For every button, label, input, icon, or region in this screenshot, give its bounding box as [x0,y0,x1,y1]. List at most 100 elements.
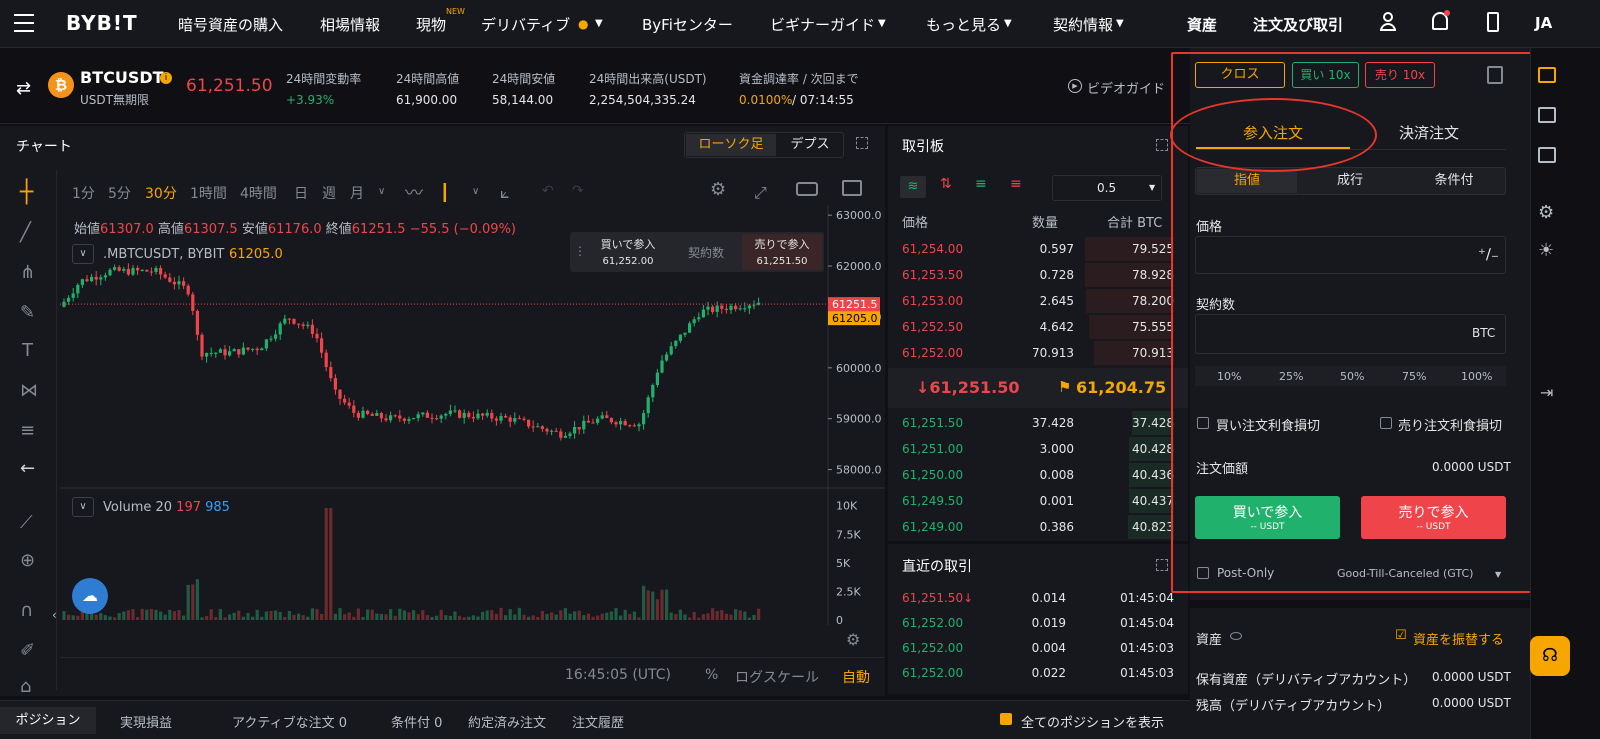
drag-handle-icon[interactable]: ⋮ [574,244,586,258]
interval-month[interactable]: 月 [350,183,364,203]
measure-icon[interactable]: ≡ [20,420,35,441]
crosshair-icon[interactable]: ┼ [20,180,33,205]
redo-icon[interactable]: ↷ [572,183,584,199]
sun-icon[interactable]: ☀ [1538,240,1554,261]
auto-scale-toggle[interactable]: 自動 [842,667,870,687]
symbol-name[interactable]: BTCUSDT [80,68,164,87]
interval-1h[interactable]: 1時間 [190,183,227,203]
chevron-down-icon[interactable]: ∨ [472,186,479,197]
back-arrow-icon[interactable]: ← [20,458,35,479]
settings-icon[interactable]: ⚙ [710,179,726,200]
nav-markets[interactable]: 相場情報 [320,14,380,35]
nav-derivatives[interactable]: デリバティブ [481,14,570,35]
show-all-label[interactable]: 全てのポジションを表示 [1021,712,1164,731]
percent-toggle[interactable]: % [705,667,718,683]
lock-icon[interactable]: ⌂ [20,676,31,697]
swap-icon[interactable]: ⇄ [16,78,31,99]
bid-row[interactable]: 61,249.00 0.386 40.823 [902,514,1182,540]
utc-clock[interactable]: 16:45:05 (UTC) [565,667,671,683]
scroll-left-icon[interactable]: ‹ [52,608,57,622]
chevron-down-icon[interactable]: ∨ [378,186,385,197]
fullscreen-icon[interactable]: ⤢ [754,183,767,203]
quick-buy-button[interactable]: 買いで参入 61,252.00 [586,234,670,270]
tab-positions[interactable]: ポジション [0,707,96,734]
bid-row[interactable]: 61,251.50 37.428 37.428 [902,410,1182,436]
expand-icon[interactable] [856,137,868,149]
language-switch[interactable]: JA [1535,14,1552,32]
collapse-legend-button[interactable]: ∨ [72,244,94,264]
settings-icon[interactable]: ⚙ [1538,202,1554,223]
trendline-icon[interactable]: ╱ [20,222,31,243]
eye-icon[interactable] [1230,632,1242,640]
undo-icon[interactable]: ↶ [542,183,554,199]
quick-sell-button[interactable]: 売りで参入 61,251.50 [742,234,822,270]
bid-row[interactable]: 61,249.50 0.001 40.437 [902,488,1182,514]
tab-depth[interactable]: デプス [780,134,840,156]
bybit-logo[interactable]: BYB!T [66,11,138,35]
tab-history[interactable]: 注文履歴 [572,712,624,731]
nav-byfi[interactable]: ByFiセンター [642,14,733,35]
tab-candles[interactable]: ローソク足 [686,134,776,156]
interval-day[interactable]: 日 [294,183,308,203]
book-asks-icon[interactable]: ≡ [1010,176,1022,192]
precision-select[interactable]: 0.5 ▼ [1052,175,1162,201]
mobile-icon[interactable] [1487,12,1499,32]
collapse-panel-icon[interactable]: ⇥ [1540,383,1553,402]
layout-icon-2[interactable] [1538,107,1556,123]
layout-icon-3[interactable] [1538,147,1556,163]
book-mixed-icon[interactable]: ⇅ [940,176,952,192]
collapse-volume-button[interactable]: ∨ [72,497,94,517]
show-all-checkbox[interactable] [1000,713,1012,725]
ruler-icon[interactable]: ⟋ [20,512,33,533]
pencil-lock-icon[interactable]: ✐ [20,640,35,661]
interval-4h[interactable]: 4時間 [240,183,277,203]
book-bids-icon[interactable]: ≡ [975,176,987,192]
tab-conditional[interactable]: 条件付 0 [391,712,442,731]
pattern-icon[interactable]: ⋈ [20,380,38,401]
camera-icon[interactable] [796,182,818,196]
nav-assets[interactable]: 資産 [1187,14,1217,35]
brush-icon[interactable]: ✎ [20,302,35,323]
menu-icon[interactable] [14,14,34,32]
transfer-icon[interactable]: ☑ [1395,628,1407,643]
nav-buy-crypto[interactable]: 暗号資産の購入 [178,14,283,35]
fork-icon[interactable]: ⋔ [20,262,35,283]
interval-5m[interactable]: 5分 [108,183,131,203]
nav-contract-info[interactable]: 契約情報 [1053,14,1113,35]
ask-row[interactable]: 61,252.00 70.913 70.913 [902,340,1182,366]
layout-icon-1[interactable] [1538,67,1556,83]
zoom-icon[interactable]: ⊕ [20,550,35,571]
user-icon[interactable] [1380,12,1396,34]
indicator-icon[interactable]: ⟀ [500,183,510,203]
ask-row[interactable]: 61,253.00 2.645 78.200 [902,288,1182,314]
nav-more[interactable]: もっと見る [926,14,1001,35]
tab-realized-pnl[interactable]: 実現損益 [120,712,172,731]
tab-filled[interactable]: 約定済み注文 [468,712,546,731]
interval-30m[interactable]: 30分 [145,183,177,203]
ask-row[interactable]: 61,253.50 0.728 78.928 [902,262,1182,288]
candle-type-icon[interactable]: ┃ [440,183,450,202]
gear-icon[interactable]: ⚙ [846,630,860,649]
ask-row[interactable]: 61,254.00 0.597 79.525 [902,236,1182,262]
bid-row[interactable]: 61,251.00 3.000 40.428 [902,436,1182,462]
expand-icon[interactable] [1156,139,1168,151]
tab-active-orders[interactable]: アクティブな注文 0 [232,712,347,731]
text-tool-icon[interactable]: T [22,340,33,361]
nav-spot[interactable]: 現物 [416,14,446,35]
ask-row[interactable]: 61,252.50 4.642 75.555 [902,314,1182,340]
quick-qty[interactable]: 契約数 [672,244,740,261]
support-icon[interactable]: ☊ [1530,636,1570,676]
transfer-link[interactable]: 資産を振替する [1413,629,1504,648]
nav-beginner[interactable]: ビギナーガイド [770,14,875,35]
chart-settings-icon[interactable] [842,180,862,196]
interval-1m[interactable]: 1分 [72,183,95,203]
info-icon[interactable]: i [160,72,172,84]
magnet-icon[interactable]: ∩ [20,600,33,621]
interval-week[interactable]: 週 [322,183,336,203]
video-guide[interactable]: ビデオガイド [1087,78,1165,97]
bid-row[interactable]: 61,250.00 0.008 40.436 [902,462,1182,488]
nav-orders[interactable]: 注文及び取引 [1253,14,1343,35]
tradingview-logo[interactable]: ☁ [72,578,108,614]
log-scale-toggle[interactable]: ログスケール [735,667,819,687]
expand-icon[interactable] [1156,559,1168,571]
